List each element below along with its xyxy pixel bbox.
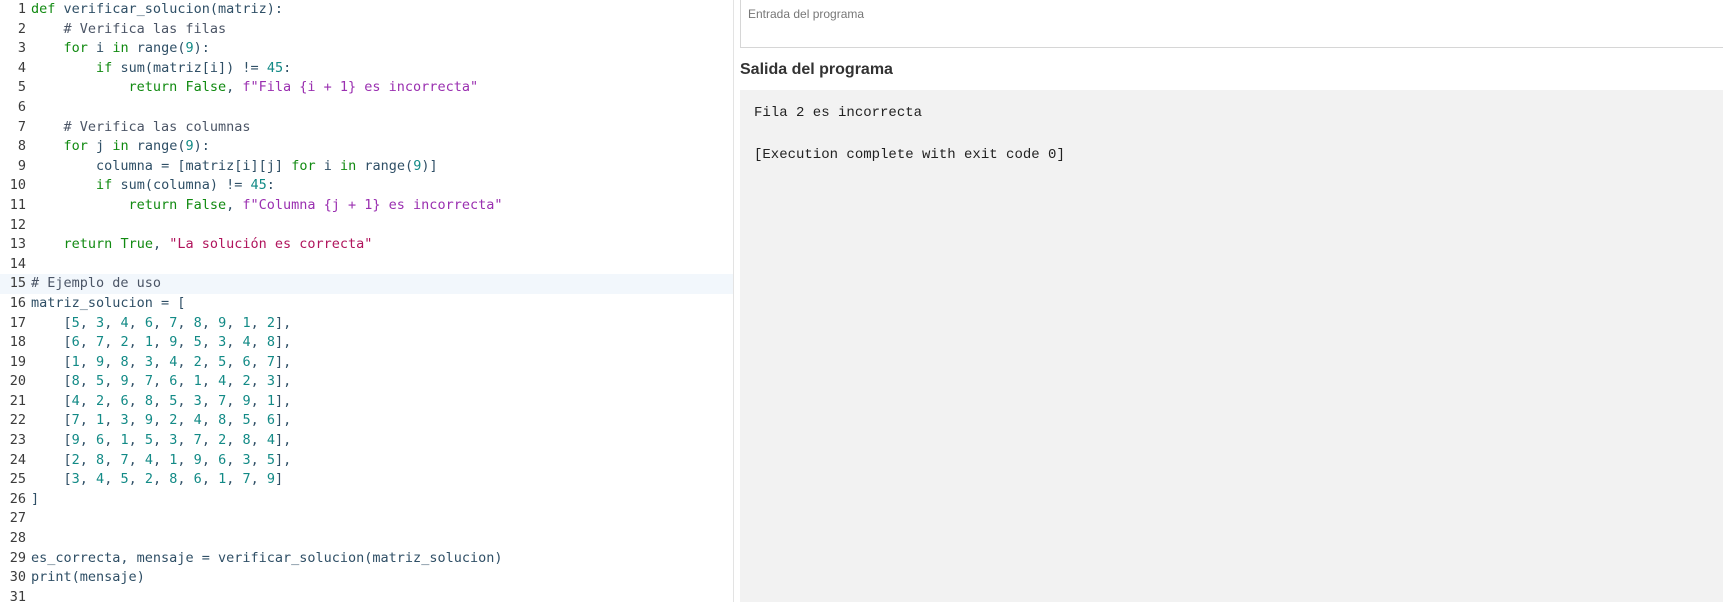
code-line[interactable]: 7 # Verifica las columnas xyxy=(0,118,733,138)
code-line[interactable]: 28 xyxy=(0,529,733,549)
code-text[interactable]: for i in range(9): xyxy=(31,39,210,59)
code-line[interactable]: 30 print(mensaje) xyxy=(0,568,733,588)
line-number: 6 xyxy=(17,98,26,115)
line-number: 17 xyxy=(9,314,26,331)
code-line[interactable]: 26] xyxy=(0,490,733,510)
code-line[interactable]: 20 [8, 5, 9, 7, 6, 1, 4, 2, 3], xyxy=(0,372,733,392)
code-line[interactable]: 10 if sum(columna) != 45: xyxy=(0,176,733,196)
code-text[interactable]: print(mensaje) xyxy=(31,568,145,588)
line-number: 8 xyxy=(17,138,26,155)
line-number: 20 xyxy=(9,373,26,390)
code-line[interactable]: 18 [6, 7, 2, 1, 9, 5, 3, 4, 8], xyxy=(0,333,733,353)
line-number: 3 xyxy=(17,40,26,57)
code-text[interactable]: columna = [matriz[i][j] for i in range(9… xyxy=(31,157,438,177)
line-number: 9 xyxy=(17,157,26,174)
output-title: Salida del programa xyxy=(740,61,893,78)
code-text[interactable]: if sum(matriz[i]) != 45: xyxy=(31,59,291,79)
code-text[interactable]: [8, 5, 9, 7, 6, 1, 4, 2, 3], xyxy=(31,372,292,392)
line-number: 14 xyxy=(9,255,26,272)
code-text[interactable]: # Verifica las filas xyxy=(31,20,227,40)
code-line[interactable]: 21 [4, 2, 6, 8, 5, 3, 7, 9, 1], xyxy=(0,392,733,412)
code-text[interactable]: [5, 3, 4, 6, 7, 8, 9, 1, 2], xyxy=(31,314,292,334)
line-number: 13 xyxy=(9,236,26,253)
code-text[interactable]: ] xyxy=(31,490,39,510)
code-text[interactable]: [4, 2, 6, 8, 5, 3, 7, 9, 1], xyxy=(31,392,292,412)
line-number: 15 xyxy=(9,275,26,292)
code-line[interactable]: 14 xyxy=(0,255,733,275)
output-panel: Fila 2 es incorrecta [Execution complete… xyxy=(740,90,1723,602)
code-text[interactable]: [1, 9, 8, 3, 4, 2, 5, 6, 7], xyxy=(31,353,292,373)
code-text[interactable]: [6, 7, 2, 1, 9, 5, 3, 4, 8], xyxy=(31,333,292,353)
line-number: 26 xyxy=(9,490,26,507)
code-line[interactable]: 1 def verificar_solucion(matriz): xyxy=(0,0,733,20)
output-line: [Execution complete with exit code 0] xyxy=(754,147,1065,163)
code-text[interactable]: [7, 1, 3, 9, 2, 4, 8, 5, 6], xyxy=(31,411,292,431)
line-number: 7 xyxy=(17,118,26,135)
code-line[interactable]: 16 matriz_solucion = [ xyxy=(0,294,733,314)
code-line[interactable]: 31 xyxy=(0,588,733,602)
line-number: 31 xyxy=(9,588,26,602)
line-number: 1 xyxy=(17,1,26,17)
program-input-field[interactable] xyxy=(741,0,1723,28)
line-number: 11 xyxy=(9,196,26,213)
line-number: 2 xyxy=(17,20,26,37)
line-number: 16 xyxy=(9,294,26,311)
line-number: 29 xyxy=(9,549,26,566)
code-line[interactable]: 15 # Ejemplo de uso xyxy=(0,274,733,294)
code-text[interactable]: [9, 6, 1, 5, 3, 7, 2, 8, 4], xyxy=(31,431,292,451)
line-number: 24 xyxy=(9,451,26,468)
line-number: 5 xyxy=(17,79,26,96)
line-number: 30 xyxy=(9,569,26,586)
code-line[interactable]: 25 [3, 4, 5, 2, 8, 6, 1, 7, 9] xyxy=(0,470,733,490)
code-line[interactable]: 13 return True, "La solución es correcta… xyxy=(0,235,733,255)
code-text[interactable]: if sum(columna) != 45: xyxy=(31,176,275,196)
line-number: 28 xyxy=(9,530,26,547)
line-number: 10 xyxy=(9,177,26,194)
code-text[interactable]: def verificar_solucion(matriz): xyxy=(31,0,283,20)
code-line[interactable]: 24 [2, 8, 7, 4, 1, 9, 6, 3, 5], xyxy=(0,451,733,471)
code-line[interactable]: 12 xyxy=(0,216,733,236)
line-number: 22 xyxy=(9,412,26,429)
line-number: 18 xyxy=(9,334,26,351)
program-input-box[interactable] xyxy=(740,0,1723,48)
code-line[interactable]: 2 # Verifica las filas xyxy=(0,20,733,40)
code-text[interactable]: # Verifica las columnas xyxy=(31,118,251,138)
line-number: 27 xyxy=(9,510,26,527)
code-line[interactable]: 4 if sum(matriz[i]) != 45: xyxy=(0,59,733,79)
code-line[interactable]: 5 return False, f"Fila {i + 1} es incorr… xyxy=(0,78,733,98)
line-number: 4 xyxy=(17,59,26,76)
code-line[interactable]: 11 return False, f"Columna {j + 1} es in… xyxy=(0,196,733,216)
code-text[interactable]: matriz_solucion = [ xyxy=(31,294,185,314)
line-number: 21 xyxy=(9,392,26,409)
code-text[interactable]: return False, f"Columna {j + 1} es incor… xyxy=(31,196,503,216)
code-text[interactable]: es_correcta, mensaje = verificar_solucio… xyxy=(31,549,502,569)
code-line[interactable]: 17 [5, 3, 4, 6, 7, 8, 9, 1, 2], xyxy=(0,314,733,334)
code-text[interactable]: return False, f"Fila {i + 1} es incorrec… xyxy=(31,78,479,98)
code-line[interactable]: 9 columna = [matriz[i][j] for i in range… xyxy=(0,157,733,177)
line-number: 12 xyxy=(9,216,26,233)
output-line: Fila 2 es incorrecta xyxy=(754,105,923,121)
code-editor[interactable]: 1 def verificar_solucion(matriz): 2 # Veri… xyxy=(0,0,734,602)
code-line[interactable]: 3 for i in range(9): xyxy=(0,39,733,59)
line-number: 19 xyxy=(9,353,26,370)
code-line[interactable]: 8 for j in range(9): xyxy=(0,137,733,157)
code-line[interactable]: 29 es_correcta, mensaje = verificar_soluc… xyxy=(0,549,733,569)
line-number: 23 xyxy=(9,432,26,449)
code-text[interactable]: [2, 8, 7, 4, 1, 9, 6, 3, 5], xyxy=(31,451,292,471)
code-line[interactable]: 23 [9, 6, 1, 5, 3, 7, 2, 8, 4], xyxy=(0,431,733,451)
code-line[interactable]: 6 xyxy=(0,98,733,118)
code-line[interactable]: 19 [1, 9, 8, 3, 4, 2, 5, 6, 7], xyxy=(0,353,733,373)
code-line[interactable]: 22 [7, 1, 3, 9, 2, 4, 8, 5, 6], xyxy=(0,411,733,431)
line-number: 25 xyxy=(9,471,26,488)
code-line[interactable]: 27 xyxy=(0,509,733,529)
code-text[interactable]: [3, 4, 5, 2, 8, 6, 1, 7, 9] xyxy=(31,470,284,490)
code-text[interactable]: # Ejemplo de uso xyxy=(31,274,161,294)
code-text[interactable]: for j in range(9): xyxy=(31,137,210,157)
io-panel: Salida del programa Fila 2 es incorrecta… xyxy=(740,0,1723,602)
code-text[interactable]: return True, "La solución es correcta" xyxy=(31,235,373,255)
